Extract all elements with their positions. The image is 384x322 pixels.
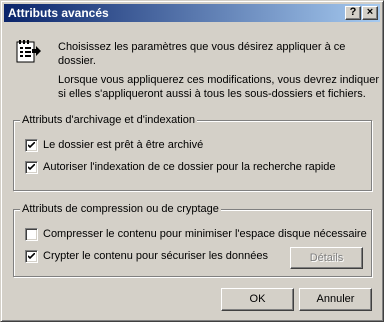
compress-checkbox[interactable] — [25, 228, 38, 241]
archive-index-group — [13, 120, 372, 191]
intro-text-line-2: dossier. — [58, 55, 96, 67]
checkmark-icon — [28, 253, 35, 260]
index-checkbox-label: Autoriser l'indexation de ce dossier pou… — [43, 161, 336, 173]
compress-group-label: Attributs de compression ou de cryptage — [20, 203, 221, 216]
details-button[interactable]: Détails — [290, 247, 363, 269]
close-button[interactable]: × — [362, 6, 378, 20]
intro-text-line-3: Lorsque vous appliquerez ces modificatio… — [58, 74, 380, 86]
help-button[interactable]: ? — [345, 6, 361, 20]
checkmark-icon — [28, 164, 35, 171]
encrypt-checkbox-label: Crypter le contenu pour sécuriser les do… — [43, 250, 269, 262]
ok-button[interactable]: OK — [221, 288, 294, 311]
checkmark-icon — [28, 142, 35, 149]
index-checkbox[interactable] — [25, 161, 38, 174]
archive-checkbox-label: Le dossier est prêt à être archivé — [43, 139, 204, 151]
intro-text-line-1: Choisissez les paramètres que vous désir… — [58, 41, 346, 53]
advanced-attributes-dialog: Attributs avancés ? × Choisissez les par… — [0, 0, 384, 322]
cancel-button[interactable]: Annuler — [299, 288, 372, 311]
compress-checkbox-label: Compresser le contenu pour minimiser l'e… — [43, 228, 367, 240]
encrypt-checkbox[interactable] — [25, 250, 38, 263]
window-title: Attributs avancés — [8, 6, 109, 20]
archive-group-label: Attributs d'archivage et d'indexation — [20, 114, 197, 127]
title-bar[interactable]: Attributs avancés ? × — [4, 4, 380, 22]
intro-text-line-4: si elles s'appliqueront aussi à tous les… — [58, 88, 366, 100]
properties-icon — [16, 40, 41, 63]
archive-checkbox[interactable] — [25, 139, 38, 152]
